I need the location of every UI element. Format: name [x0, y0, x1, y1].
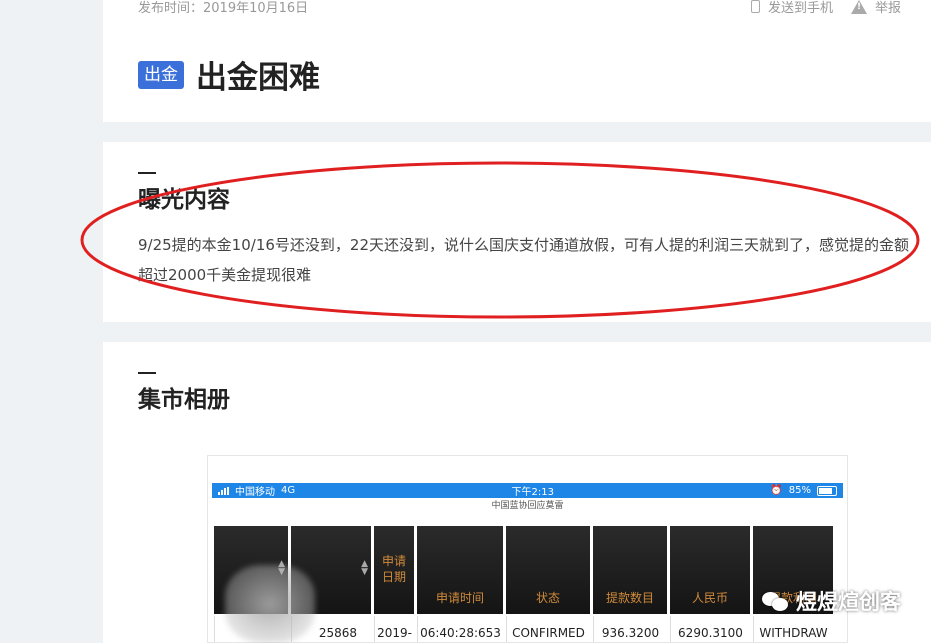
table-cell: CONFIRMED: [506, 616, 590, 642]
carrier-label: 中国移动: [235, 487, 275, 498]
battery-icon: [817, 485, 837, 496]
table-cell: 6290.3100: [670, 616, 750, 642]
signal-icon: [218, 486, 229, 495]
battery-label: 85%: [788, 485, 811, 496]
warning-icon: [850, 0, 867, 14]
table-column: 状态 CONFIRMED: [506, 526, 590, 642]
table-column: 提款利润 WITHDRAW: [753, 526, 833, 642]
wechat-watermark: 煜煜煊创客: [762, 586, 901, 616]
phone-icon: [750, 0, 760, 13]
table-column: 申请日期 2019-: [374, 526, 414, 642]
article-actions: 发送到手机 举报: [750, 0, 901, 16]
table-column: 申请时间 06:40:28:653: [417, 526, 503, 642]
sort-icon: ▲▼: [361, 559, 368, 577]
table-header-cell: 申请时间: [417, 526, 503, 614]
send-to-phone-button[interactable]: 发送到手机: [750, 0, 833, 16]
table-column: 人民币 6290.3100: [670, 526, 750, 642]
phone-status-bar: 中国移动 4G 下午2:13 ⏰ 85%: [212, 483, 843, 498]
exposure-card: 曝光内容 9/25提的本金10/16号还没到，22天还没到，说什么国庆支付通道放…: [103, 142, 931, 322]
phone-time: 下午2:13: [511, 487, 554, 498]
table-column: 提款数目 936.3200: [593, 526, 667, 642]
table-header-cell: 状态: [506, 526, 590, 614]
wechat-icon: [762, 590, 790, 612]
watermark-text: 煜煜煊创客: [796, 590, 901, 614]
table-header-cell: 提款数目: [593, 526, 667, 614]
section-marker: [138, 372, 156, 374]
title-row: 出金 出金困难: [138, 52, 320, 97]
table-cell: 06:40:28:653: [417, 616, 503, 642]
table-header-cell: 申请日期: [374, 526, 414, 614]
section-marker: [138, 172, 156, 174]
album-heading: 集市相册: [138, 387, 230, 413]
table-cell: 2019-: [374, 616, 414, 642]
network-label: 4G: [281, 485, 296, 496]
table-cell: 936.3200: [593, 616, 667, 642]
send-to-phone-label: 发送到手机: [767, 1, 833, 16]
blurred-region: [225, 565, 315, 643]
report-button[interactable]: 举报: [850, 0, 901, 16]
category-tag: 出金: [138, 60, 184, 89]
table-cell: WITHDRAW: [753, 616, 833, 642]
publish-time: 发布时间：2019年10月16日: [138, 1, 309, 16]
screenshot-subheader: 中国蓝协回应莫雷: [491, 501, 564, 511]
exposure-heading: 曝光内容: [138, 187, 230, 213]
report-label: 举报: [874, 1, 901, 16]
alarm-icon: ⏰: [770, 485, 783, 496]
exposure-text: 9/25提的本金10/16号还没到，22天还没到，说什么国庆支付通道放假，可有人…: [138, 236, 910, 284]
table-header-cell: 人民币: [670, 526, 750, 614]
article-header-card: 发布时间：2019年10月16日 发送到手机 举报 出金 出金困难: [103, 0, 931, 122]
page-title: 出金困难: [196, 60, 320, 96]
